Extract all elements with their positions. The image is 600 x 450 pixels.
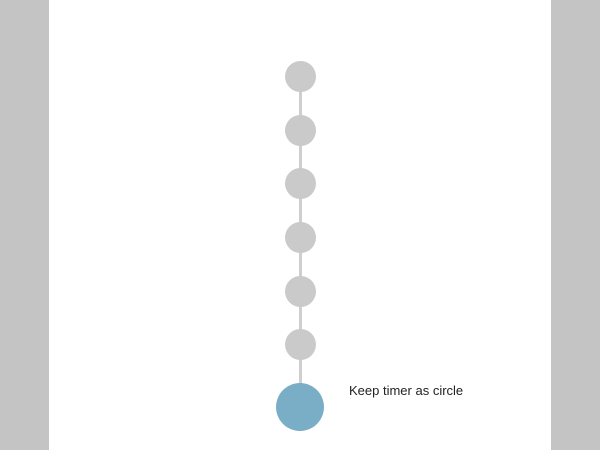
timer-circle[interactable] <box>276 383 324 431</box>
step-dot-3[interactable] <box>285 168 316 199</box>
timer-label: Keep timer as circle <box>349 383 464 398</box>
step-dot-2[interactable] <box>285 115 316 146</box>
step-dot-5[interactable] <box>285 276 316 307</box>
step-dot-4[interactable] <box>285 222 316 253</box>
step-dot-1[interactable] <box>285 61 316 92</box>
step-dot-6[interactable] <box>285 329 316 360</box>
